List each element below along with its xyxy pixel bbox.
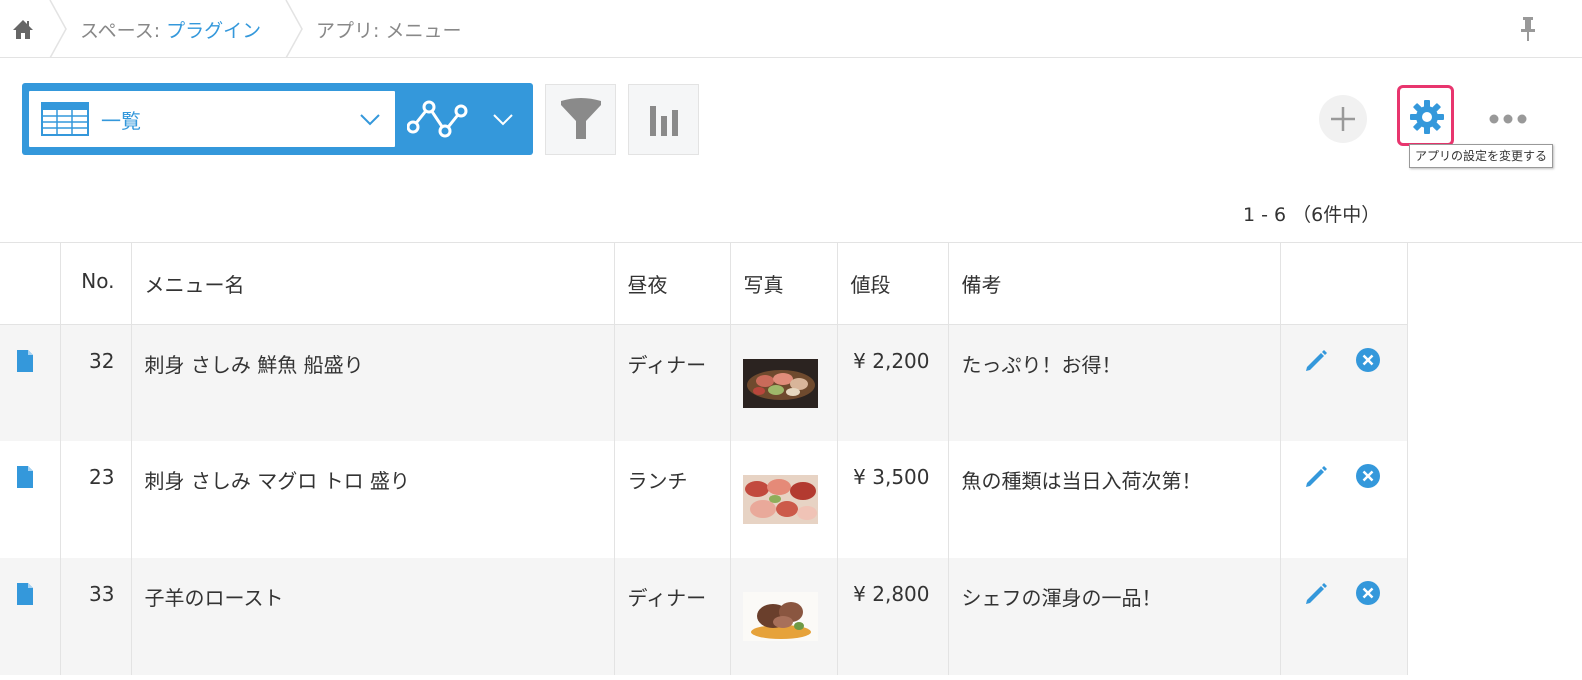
cell-price: ¥ 2,800 (837, 558, 949, 675)
plus-icon (1331, 107, 1355, 131)
row-actions (1280, 324, 1408, 441)
edit-pencil-icon[interactable] (1303, 580, 1329, 611)
table-header-row: No. メニュー名 昼夜 写真 値段 備考 (0, 243, 1408, 325)
breadcrumb-space-prefix: スペース: (80, 20, 167, 42)
tuna-sashimi-thumbnail[interactable] (742, 475, 818, 524)
view-label: 一覧 (101, 109, 141, 133)
header-detail (0, 243, 61, 325)
record-detail-cell (0, 324, 61, 441)
bar-chart-icon (649, 105, 678, 136)
cell-note: シェフの渾身の一品！ (948, 558, 1281, 675)
pin-icon[interactable] (1520, 15, 1536, 43)
delete-icon[interactable] (1355, 580, 1381, 611)
chevron-down-icon (359, 111, 381, 130)
header-price[interactable]: 値段 (837, 243, 949, 325)
table-row: 33 子羊のロースト ディナー ¥ 2,800 シェフの渾身の一品！ (0, 558, 1408, 675)
breadcrumb-app-name: メニュー (385, 20, 462, 42)
cell-price: ¥ 3,500 (837, 441, 949, 558)
cell-no: 32 (60, 324, 132, 441)
roast-lamb-thumbnail[interactable] (742, 592, 818, 641)
record-list: No. メニュー名 昼夜 写真 値段 備考 32 刺身 さしみ 鮮魚 船盛り デ… (0, 242, 1582, 680)
cell-time: ランチ (614, 441, 731, 558)
delete-icon[interactable] (1355, 347, 1381, 378)
breadcrumb-separator (284, 0, 304, 58)
aggregate-button[interactable] (628, 84, 699, 155)
document-icon[interactable] (16, 466, 34, 494)
record-detail-cell (0, 558, 61, 675)
cell-note: 魚の種類は当日入荷次第！ (948, 441, 1281, 558)
header-photo[interactable]: 写真 (730, 243, 838, 325)
table-row: 23 刺身 さしみ マグロ トロ 盛り ランチ ¥ 3,500 魚の種類は当日入… (0, 441, 1408, 558)
graph-icon[interactable] (406, 97, 469, 145)
cell-photo (730, 441, 838, 558)
breadcrumb-space[interactable]: スペース: プラグイン (80, 16, 261, 43)
breadcrumb-space-link[interactable]: プラグイン (166, 20, 261, 42)
delete-icon[interactable] (1355, 463, 1381, 494)
graph-chevron-down-icon[interactable] (492, 111, 514, 130)
view-select[interactable]: 一覧 (29, 91, 395, 147)
breadcrumb: スペース: プラグイン アプリ: メニュー (0, 0, 1582, 58)
row-actions (1280, 441, 1408, 558)
breadcrumb-app-prefix: アプリ: (316, 20, 386, 42)
cell-time: ディナー (614, 324, 731, 441)
add-record-button[interactable] (1319, 95, 1367, 143)
settings-tooltip: アプリの設定を変更する (1409, 144, 1554, 168)
more-options-icon[interactable] (1488, 110, 1528, 132)
home-icon[interactable] (10, 16, 36, 42)
header-menu-name[interactable]: メニュー名 (131, 243, 615, 325)
document-icon[interactable] (16, 583, 34, 611)
cell-menu-name: 刺身 さしみ 鮮魚 船盛り (131, 324, 615, 441)
edit-pencil-icon[interactable] (1303, 347, 1329, 378)
document-icon[interactable] (16, 349, 34, 378)
breadcrumb-separator (48, 0, 68, 58)
cell-photo (730, 558, 838, 675)
cell-no: 33 (60, 558, 132, 675)
cell-menu-name: 刺身 さしみ マグロ トロ 盛り (131, 441, 615, 558)
cell-menu-name: 子羊のロースト (131, 558, 615, 675)
row-actions (1280, 558, 1408, 675)
table-view-icon (41, 102, 89, 140)
cell-photo (730, 324, 838, 441)
header-no[interactable]: No. (60, 243, 132, 325)
gear-icon (1410, 100, 1444, 134)
header-note[interactable]: 備考 (948, 243, 1281, 325)
cell-price: ¥ 2,200 (837, 324, 949, 441)
view-selector-bar: 一覧 (22, 83, 533, 155)
edit-pencil-icon[interactable] (1303, 463, 1329, 494)
app-settings-button[interactable] (1397, 85, 1454, 146)
cell-no: 23 (60, 441, 132, 558)
table-row: 32 刺身 さしみ 鮮魚 船盛り ディナー ¥ 2,200 たっぷり！お得！ (0, 324, 1408, 441)
header-actions (1280, 243, 1408, 325)
sashimi-boat-thumbnail[interactable] (742, 358, 818, 408)
filter-button[interactable] (545, 84, 616, 155)
filter-icon (560, 97, 601, 139)
cell-time: ディナー (614, 558, 731, 675)
cell-note: たっぷり！お得！ (948, 324, 1281, 441)
record-count: 1 - 6 （6件中） (1243, 204, 1381, 226)
record-table: No. メニュー名 昼夜 写真 値段 備考 32 刺身 さしみ 鮮魚 船盛り デ… (0, 243, 1408, 675)
header-time[interactable]: 昼夜 (614, 243, 731, 325)
record-detail-cell (0, 441, 61, 558)
breadcrumb-app: アプリ: メニュー (316, 16, 461, 43)
